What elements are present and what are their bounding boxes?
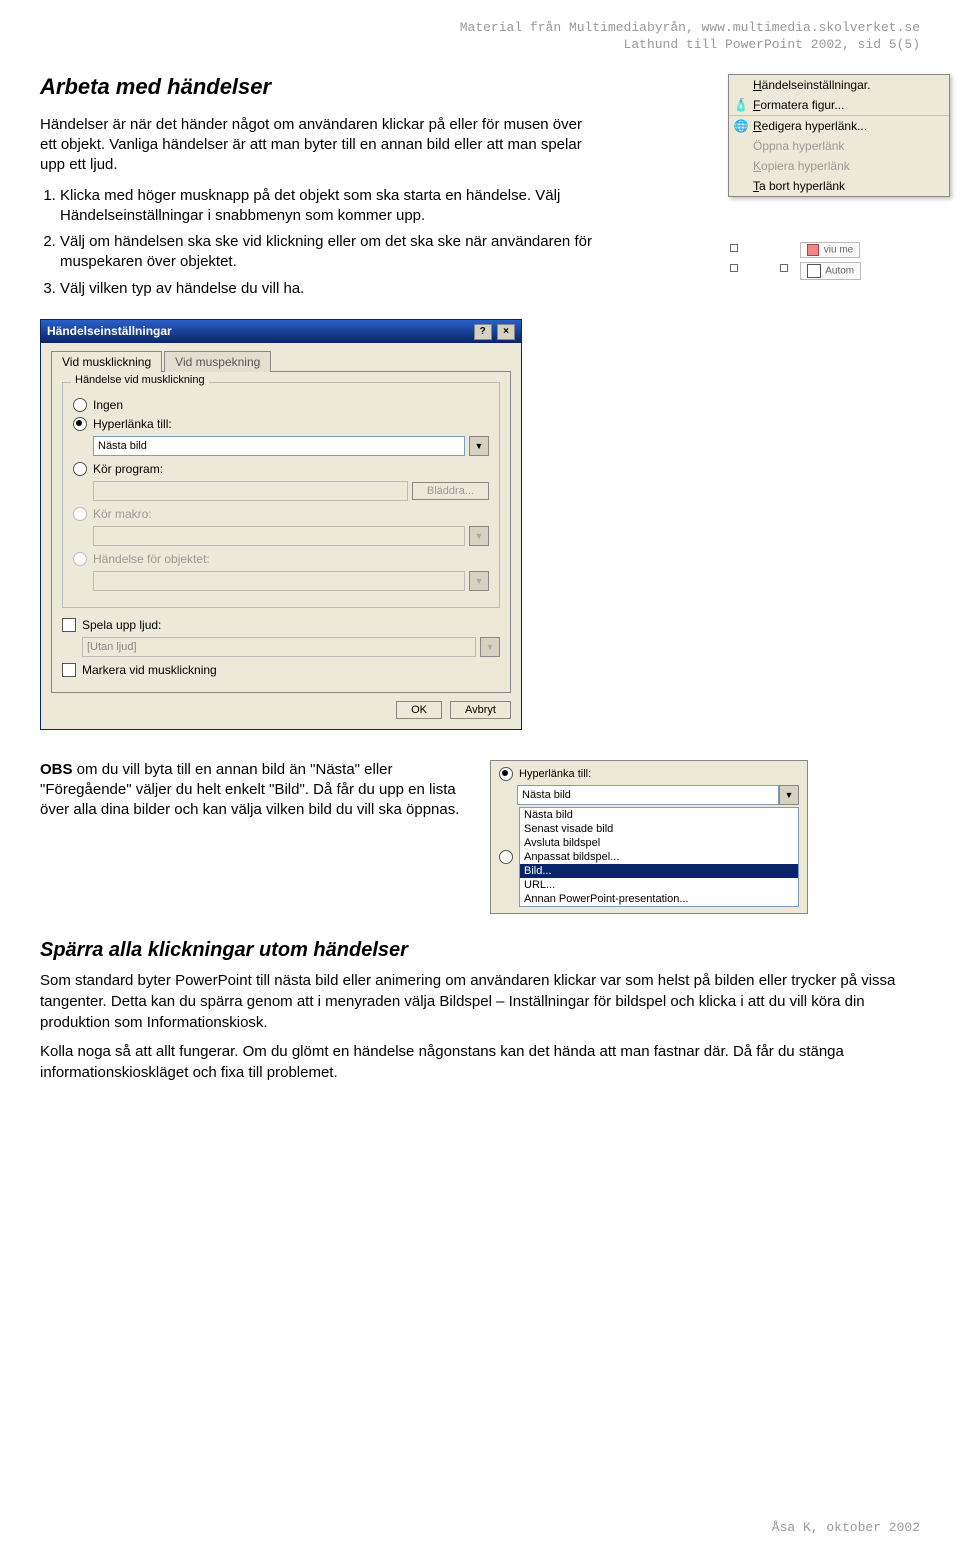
globe-icon: 🌐 [729,119,753,133]
dialog-titlebar: Händelseinställningar ? × [41,320,521,343]
cancel-button[interactable]: Avbryt [450,701,511,719]
macro-dropdown [93,526,465,546]
run-program-field [93,481,408,501]
radio-object-action [73,552,87,566]
list-item[interactable]: URL... [520,878,798,892]
dropdown-arrow-icon: ▼ [779,785,799,805]
tab-on-hover[interactable]: Vid muspekning [164,351,271,372]
section1-intro: Händelser är när det händer något om anv… [40,115,600,176]
radio-none[interactable] [73,398,87,412]
cm-item-format-shape[interactable]: 🧴 Formatera figur... [729,95,949,115]
obs-rest: om du vill byta till en annan bild än "N… [40,761,459,819]
cm-item-remove-hyperlink[interactable]: Ta bort hyperlänk [729,176,949,196]
checkbox-highlight-click[interactable] [62,663,76,677]
radio-hyperlink-label: Hyperlänka till: [93,417,172,431]
list-item[interactable]: Nästa bild [520,808,798,822]
tab-panel: Händelse vid musklickning Ingen Hyperlän… [51,371,511,693]
radio-run-label: Kör program: [93,462,163,476]
hyperlink-options-list: Nästa bild Senast visade bild Avsluta bi… [519,807,799,907]
context-menu: Händelseinställningar. 🧴 Formatera figur… [728,74,950,197]
paint-icon: 🧴 [729,98,753,112]
checkbox-highlight-label: Markera vid musklickning [82,663,217,677]
dropdown-arrow-icon: ▼ [480,637,500,657]
dropdown-arrow-icon[interactable]: ▼ [469,436,489,456]
selection-handles: viu me Autom [730,244,950,294]
thumb-label-2: Autom [825,265,854,276]
list-item[interactable]: Avsluta bildspel [520,836,798,850]
dropdown-arrow-icon: ▼ [469,571,489,591]
obs-bold: OBS [40,761,73,778]
action-settings-dialog: Händelseinställningar ? × Vid musklickni… [40,319,522,730]
list-item-selected[interactable]: Bild... [520,864,798,878]
step-3: Välj vilken typ av händelse du vill ha. [60,279,620,299]
sound-dropdown: [Utan ljud] [82,637,476,657]
browse-button: Bläddra... [412,482,489,500]
checkbox-play-sound-label: Spela upp ljud: [82,618,161,632]
cm-item-edit-hyperlink[interactable]: 🌐 Redigera hyperlänk... [729,115,949,136]
step-2: Välj om händelsen ska ske vid klickning … [60,232,620,273]
radio-macro [73,507,87,521]
hyperlink-value-small: Nästa bild [517,785,779,805]
section2-title: Spärra alla klickningar utom händelser [40,939,920,962]
list-item[interactable]: Annan PowerPoint-presentation... [520,892,798,906]
obs-paragraph: OBS om du vill byta till en annan bild ä… [40,760,460,821]
radio-none-label: Ingen [93,398,123,412]
radio-placeholder [499,850,513,864]
cm-item-copy-hyperlink: Kopiera hyperlänk [729,156,949,176]
hyperlink-dropdown[interactable]: Nästa bild [93,436,465,456]
radio-macro-label: Kör makro: [93,507,152,521]
ok-button[interactable]: OK [396,701,442,719]
radio-object-action-label: Händelse för objektet: [93,552,210,566]
close-button[interactable]: × [497,324,515,340]
tab-on-click[interactable]: Vid musklickning [51,351,162,372]
cm-item-open-hyperlink: Öppna hyperlänk [729,136,949,156]
thumb-label-1: viu me [824,244,853,255]
header-line1: Material från Multimediabyrån, www.multi… [460,20,920,35]
radio-hyperlink-small [499,767,513,781]
dropdown-arrow-icon: ▼ [469,526,489,546]
header-line2: Lathund till PowerPoint 2002, sid 5(5) [624,37,920,52]
section1-steps: Klicka med höger musknapp på det objekt … [40,186,620,299]
step-1: Klicka med höger musknapp på det objekt … [60,186,620,227]
list-item[interactable]: Anpassat bildspel... [520,850,798,864]
cm-item-action-settings[interactable]: Händelseinställningar. [729,75,949,95]
hyperlink-dropdown-expanded: Hyperlänka till: Nästa bild ▼ Nästa bild… [490,760,808,914]
radio-run-program[interactable] [73,462,87,476]
radio-hyperlink[interactable] [73,417,87,431]
header-note: Material från Multimediabyrån, www.multi… [40,20,920,54]
object-action-dropdown [93,571,465,591]
dialog-title: Händelseinställningar [47,324,172,338]
hyperlink-label-small: Hyperlänka till: [519,768,591,780]
section2-p1: Som standard byter PowerPoint till nästa… [40,970,920,1033]
checkbox-play-sound[interactable] [62,618,76,632]
help-button[interactable]: ? [474,324,492,340]
group-legend: Händelse vid musklickning [71,374,209,386]
footer: Åsa K, oktober 2002 [772,1520,920,1535]
list-item[interactable]: Senast visade bild [520,822,798,836]
section2-p2: Kolla noga så att allt fungerar. Om du g… [40,1041,920,1083]
